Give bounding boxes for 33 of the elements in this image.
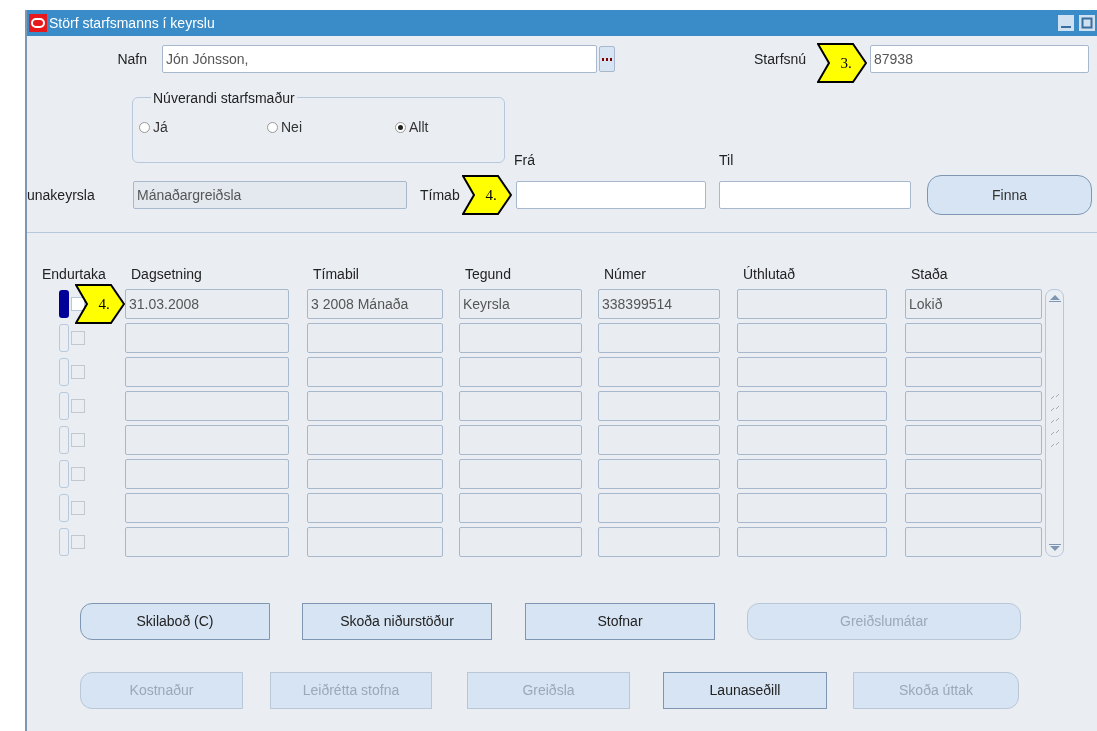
name-field[interactable]: Jón Jónsson,	[162, 45, 597, 73]
field-label: Starfsnú	[754, 50, 807, 67]
column-header: Staða	[910, 265, 949, 284]
table-cell: 338399514	[598, 289, 720, 319]
field-label: Frá	[514, 151, 536, 170]
column-header: Tímabil	[312, 265, 360, 284]
callout-badge: 4.	[462, 175, 512, 215]
action-button[interactable]: Skilaboð (C)	[80, 603, 270, 640]
column-header: Númer	[603, 265, 647, 284]
action-button[interactable]: Skoða niðurstöður	[302, 603, 492, 640]
field-label: Tímab	[420, 186, 460, 203]
radio-option[interactable]: Nei	[267, 117, 395, 138]
column-header: Dagsetning	[130, 265, 203, 284]
find-button[interactable]: Finna	[927, 175, 1092, 215]
column-header: Endurtaka	[42, 265, 107, 284]
window-title: Störf starfsmanns í keyrslu	[49, 13, 215, 33]
radio-option[interactable]: Já	[139, 117, 267, 138]
table-cell: 31.03.2008	[125, 289, 289, 319]
callout-badge: 3.	[817, 43, 867, 83]
payroll-run-field: Mánaðargreiðsla	[133, 181, 407, 209]
column-header: Úthlutað	[742, 265, 797, 284]
field-label: Til	[719, 151, 734, 170]
action-button[interactable]: Stofnar	[525, 603, 715, 640]
column-header: Tegund	[464, 265, 512, 284]
callout-badge: 4.	[75, 284, 125, 324]
radio-option[interactable]: Allt	[395, 117, 495, 138]
employee-number-field[interactable]: 87938	[870, 45, 1089, 73]
table-cell: 3 2008 Mánaða	[307, 289, 443, 319]
field-label: Nafn	[116, 49, 147, 69]
table-cell: Lokið	[905, 289, 1042, 319]
action-button[interactable]: Launaseðill	[663, 672, 827, 709]
field-label: unakeyrsla	[27, 185, 96, 205]
table-cell: Keyrsla	[459, 289, 582, 319]
